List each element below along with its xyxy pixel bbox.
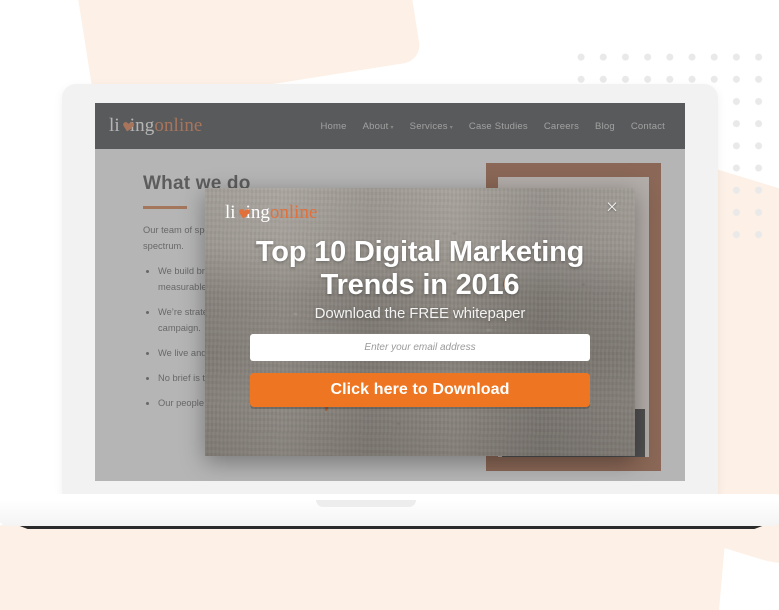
modal-headline-line1: Top 10 Digital Marketing [255,236,585,268]
laptop-base [0,500,779,526]
modal-logo-part2: online [269,202,318,223]
download-button[interactable]: Click here to Download [250,373,590,407]
modal-concrete-background [205,188,635,456]
newsletter-modal: li ingonline × Top 10 Digital Marketing T… [205,188,635,456]
modal-subtitle: Download the FREE whitepaper [314,305,526,322]
laptop-screen: liingonline Home About▾ Services▾ Case S… [95,103,685,481]
modal-logo: li ingonline [225,202,317,224]
modal-headline-line2: Trends in 2016 [320,269,520,301]
close-icon[interactable]: × [602,197,622,217]
website: liingonline Home About▾ Services▾ Case S… [95,103,685,481]
scene: liingonline Home About▾ Services▾ Case S… [0,0,779,610]
laptop-mockup: liingonline Home About▾ Services▾ Case S… [0,84,779,529]
email-input[interactable] [250,334,590,361]
modal-headline: Top 10 Digital Marketing Trends in 2016 [223,236,617,302]
